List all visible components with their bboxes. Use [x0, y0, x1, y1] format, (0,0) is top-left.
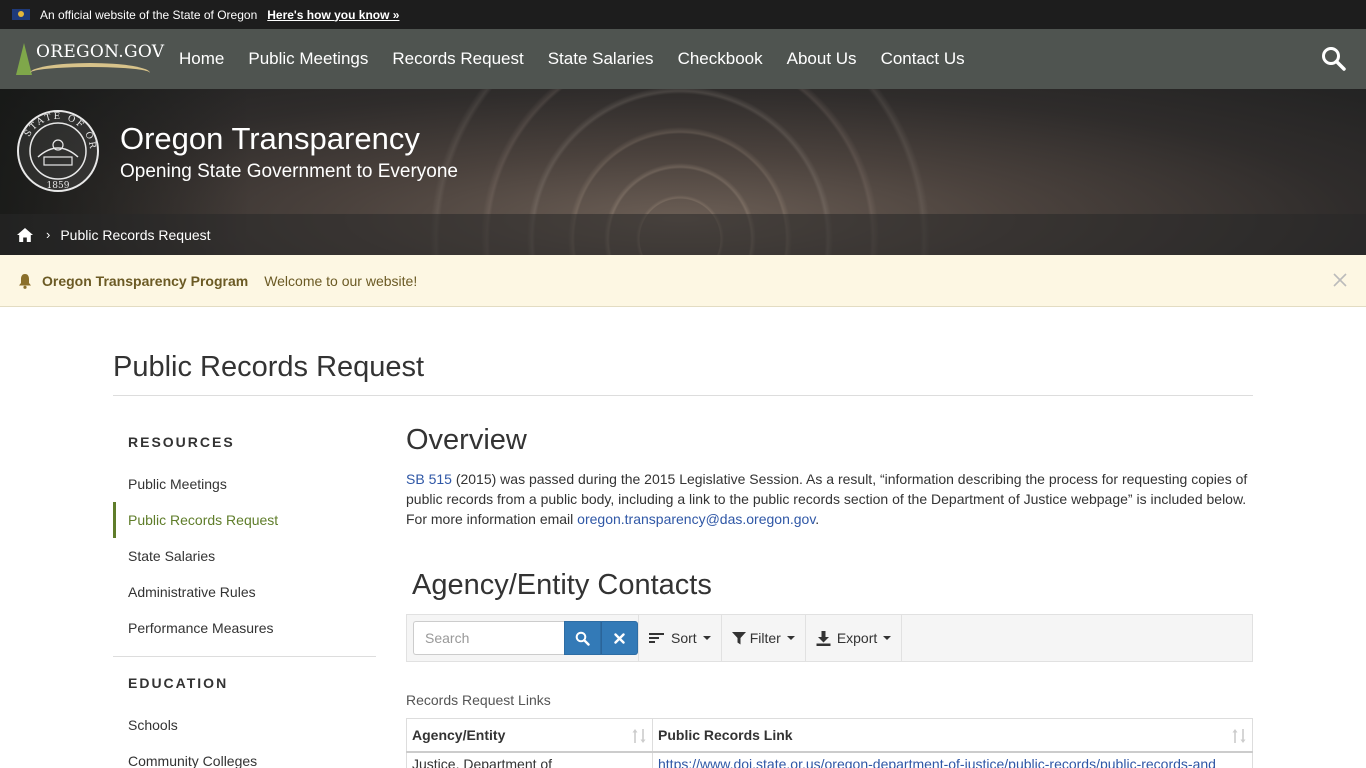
- sidebar-item-schools[interactable]: Schools: [113, 707, 376, 743]
- breadcrumb-current: Public Records Request: [60, 226, 211, 243]
- main-content: Overview SB 515 (2015) was passed during…: [406, 424, 1253, 529]
- how-you-know-link[interactable]: Here's how you know »: [267, 8, 399, 22]
- official-text: An official website of the State of Oreg…: [40, 7, 258, 22]
- sidebar-heading-resources: RESOURCES: [128, 434, 235, 450]
- alert-message: Welcome to our website!: [264, 272, 418, 289]
- alert-banner: Oregon Transparency Program Welcome to o…: [0, 255, 1366, 307]
- filter-icon: [731, 631, 746, 644]
- caret-down-icon: [702, 636, 711, 640]
- nav-item-state-salaries[interactable]: State Salaries: [536, 29, 666, 89]
- close-icon: [1333, 273, 1347, 287]
- search-submit-button[interactable]: [564, 621, 601, 655]
- sort-dropdown[interactable]: Sort: [638, 615, 721, 661]
- column-header-label: Public Records Link: [658, 726, 793, 743]
- logo-text: OREGON.GOV: [36, 42, 165, 62]
- alert-title: Oregon Transparency Program: [42, 272, 249, 289]
- search-icon: [1322, 47, 1346, 71]
- title-divider: [113, 395, 1253, 396]
- filter-label: Filter: [749, 630, 781, 646]
- caret-down-icon: [786, 636, 795, 640]
- contacts-title: Agency/Entity Contacts: [412, 569, 712, 601]
- records-table: Agency/Entity Public Records Link Justic…: [406, 718, 1253, 768]
- export-label: Export: [836, 630, 878, 646]
- table-caption: Records Request Links: [406, 692, 551, 708]
- email-link[interactable]: oregon.transparency@das.oregon.gov: [577, 511, 815, 527]
- sidebar-divider: [113, 656, 376, 657]
- nav-item-contact-us[interactable]: Contact Us: [869, 29, 977, 89]
- oregon-gov-logo[interactable]: OREGON.GOV: [12, 29, 165, 89]
- site-title: Oregon Transparency: [120, 121, 420, 156]
- sidebar-item-performance-measures[interactable]: Performance Measures: [113, 610, 376, 646]
- home-icon[interactable]: [16, 227, 34, 243]
- breadcrumb: › Public Records Request: [0, 214, 1366, 255]
- sidebar-item-community-colleges[interactable]: Community Colleges: [113, 743, 376, 768]
- clear-search-button[interactable]: [601, 621, 638, 655]
- filter-dropdown[interactable]: Filter: [720, 615, 805, 661]
- logo-swoosh: [30, 63, 150, 73]
- export-dropdown[interactable]: Export: [804, 615, 901, 661]
- table-toolbar: Sort Filter Export: [406, 614, 1253, 662]
- nav-item-checkbook[interactable]: Checkbook: [666, 29, 775, 89]
- sidebar-item-state-salaries[interactable]: State Salaries: [113, 538, 376, 574]
- oregon-flag-icon: [12, 9, 30, 20]
- search-input[interactable]: [413, 621, 564, 655]
- column-header-label: Agency/Entity: [412, 726, 506, 743]
- sort-lines-icon: [649, 633, 664, 643]
- agency-cell: Justice, Department of: [406, 751, 653, 768]
- nav-item-about-us[interactable]: About Us: [775, 29, 869, 89]
- seal-year: 1859: [47, 181, 70, 191]
- public-records-link[interactable]: https://www.doj.state.or.us/oregon-depar…: [658, 756, 1216, 768]
- sidebar-item-public-meetings[interactable]: Public Meetings: [113, 466, 376, 502]
- table-row: Justice, Department of https://www.doj.s…: [406, 751, 1253, 768]
- nav-item-home[interactable]: Home: [167, 29, 236, 89]
- sidebar-heading-education: EDUCATION: [128, 675, 229, 691]
- chevron-right-icon: ›: [46, 227, 51, 242]
- tree-icon: [16, 43, 32, 75]
- column-header-link[interactable]: Public Records Link: [652, 718, 1253, 753]
- sb-515-link[interactable]: SB 515: [406, 471, 452, 487]
- overview-body: (2015) was passed during the 2015 Legisl…: [406, 471, 1248, 527]
- sort-label: Sort: [671, 630, 697, 646]
- link-cell: https://www.doj.state.or.us/oregon-depar…: [652, 751, 1253, 768]
- nav-item-records-request[interactable]: Records Request: [380, 29, 535, 89]
- sort-arrows-icon: [632, 729, 646, 743]
- main-navbar: OREGON.GOV Home Public Meetings Records …: [0, 29, 1366, 89]
- official-banner: An official website of the State of Oreg…: [0, 0, 1366, 29]
- overview-title: Overview: [406, 424, 527, 456]
- sort-arrows-icon: [1232, 729, 1246, 743]
- page-title: Public Records Request: [113, 351, 425, 383]
- caret-down-icon: [883, 636, 892, 640]
- search-icon: [575, 631, 590, 646]
- download-icon: [816, 630, 831, 646]
- search-button[interactable]: [1320, 45, 1348, 73]
- nav-menu: Home Public Meetings Records Request Sta…: [167, 29, 977, 89]
- column-header-agency[interactable]: Agency/Entity: [406, 718, 653, 753]
- overview-end: .: [815, 511, 820, 527]
- toolbar-divider: [901, 615, 903, 661]
- bell-icon: [19, 273, 31, 289]
- close-alert-button[interactable]: [1332, 272, 1348, 288]
- sidebar-item-public-records-request[interactable]: Public Records Request: [113, 502, 376, 538]
- sidebar: RESOURCES Public Meetings Public Records…: [113, 420, 376, 768]
- state-seal-icon: STATE OF OREGON 1859: [11, 102, 100, 193]
- nav-item-public-meetings[interactable]: Public Meetings: [236, 29, 380, 89]
- overview-text: SB 515 (2015) was passed during the 2015…: [406, 469, 1253, 529]
- sidebar-item-administrative-rules[interactable]: Administrative Rules: [113, 574, 376, 610]
- close-icon: [614, 632, 625, 644]
- hero-banner: STATE OF OREGON 1859 Oregon Transparency…: [0, 89, 1366, 255]
- site-subtitle: Opening State Government to Everyone: [120, 161, 458, 182]
